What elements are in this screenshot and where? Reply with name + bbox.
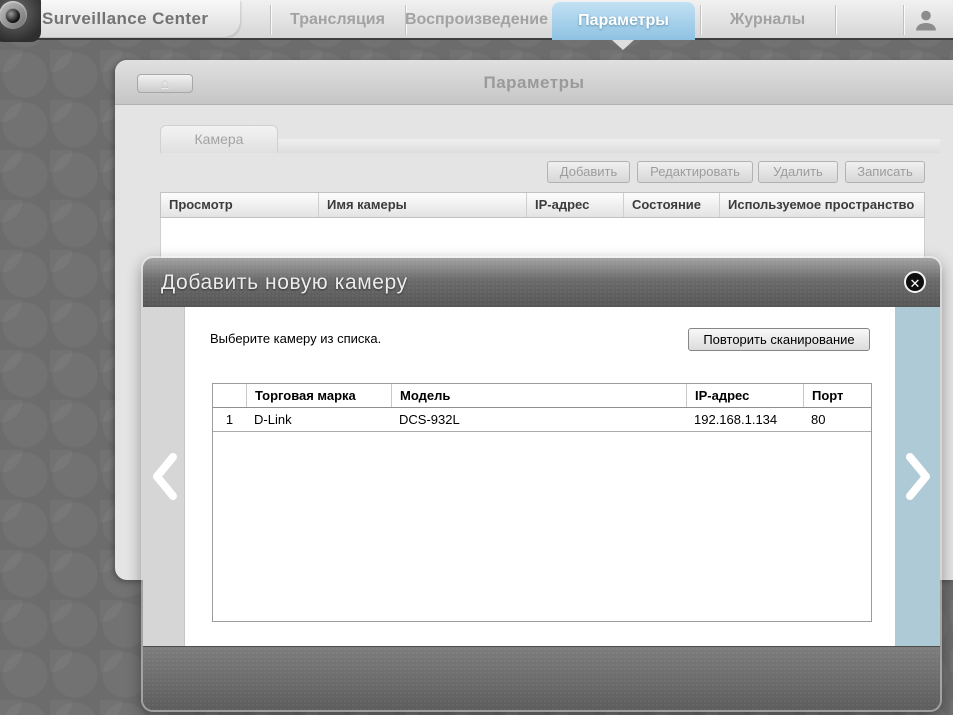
dialog-prompt: Выберите камеру из списка. (210, 331, 381, 346)
close-icon: ✕ (910, 276, 921, 291)
tab-playback[interactable]: Воспроизведение (405, 0, 545, 40)
brand-plate: Surveillance Center (0, 0, 240, 37)
user-account-button[interactable] (908, 5, 944, 35)
active-tab-pointer (612, 40, 634, 50)
screen: Surveillance Center Трансляция Воспроизв… (0, 0, 953, 715)
tab-parameters[interactable]: Параметры (552, 2, 695, 40)
app-title: Surveillance Center (42, 0, 208, 38)
panel-header: Параметры ⌂ (115, 60, 953, 105)
home-icon: ⌂ (161, 75, 169, 91)
top-nav-bar: Surveillance Center Трансляция Воспроизв… (0, 0, 953, 40)
cell-model: DCS-932L (391, 408, 686, 431)
dialog-titlebar: Добавить новую камеру ✕ (143, 258, 940, 307)
dialog-body: Выберите камеру из списка. Повторить ска… (143, 307, 940, 646)
dialog-next-strip[interactable] (895, 307, 940, 646)
cell-index: 1 (213, 408, 246, 431)
col-space: Используемое пространство (719, 193, 924, 217)
delete-button[interactable]: Удалить (758, 161, 838, 183)
page-title: Параметры (115, 60, 953, 105)
scan-results-table: Торговая марка Модель IP-адрес Порт 1 D-… (212, 383, 872, 622)
add-button[interactable]: Добавить (547, 161, 630, 183)
col-index (213, 384, 246, 407)
scan-table-header: Торговая марка Модель IP-адрес Порт (213, 384, 871, 408)
col-preview: Просмотр (161, 193, 318, 217)
cell-ip: 192.168.1.134 (686, 408, 803, 431)
close-button[interactable]: ✕ (904, 271, 926, 293)
col-brand: Торговая марка (246, 384, 391, 407)
surveillance-camera-logo-icon (0, 0, 41, 42)
tab-logs[interactable]: Журналы (700, 0, 835, 40)
record-button[interactable]: Записать (845, 161, 925, 183)
camera-table-header: Просмотр Имя камеры IP-адрес Состояние И… (160, 192, 925, 218)
user-icon (912, 6, 940, 34)
home-button[interactable]: ⌂ (137, 74, 193, 93)
col-status: Состояние (623, 193, 719, 217)
cell-port: 80 (803, 408, 871, 431)
nav-separator (835, 5, 836, 35)
cell-brand: D-Link (246, 408, 391, 431)
rescan-button[interactable]: Повторить сканирование (688, 328, 870, 351)
chevron-left-icon (151, 453, 178, 500)
dialog-title: Добавить новую камеру (161, 258, 408, 307)
dialog-prev-strip[interactable] (143, 307, 185, 646)
nav-separator (903, 5, 904, 35)
col-port: Порт (803, 384, 871, 407)
col-name: Имя камеры (318, 193, 526, 217)
tab-camera[interactable]: Камера (160, 125, 278, 153)
tab-live-view[interactable]: Трансляция (270, 0, 405, 40)
add-camera-dialog: Добавить новую камеру ✕ Выберите камеру … (143, 258, 940, 710)
col-model: Модель (391, 384, 686, 407)
dialog-footer (143, 646, 940, 710)
table-row[interactable]: 1 D-Link DCS-932L 192.168.1.134 80 (213, 408, 871, 432)
edit-button[interactable]: Редактировать (637, 161, 753, 183)
col-ip: IP-адрес (526, 193, 623, 217)
col-ip: IP-адрес (686, 384, 803, 407)
chevron-right-icon (905, 453, 932, 500)
